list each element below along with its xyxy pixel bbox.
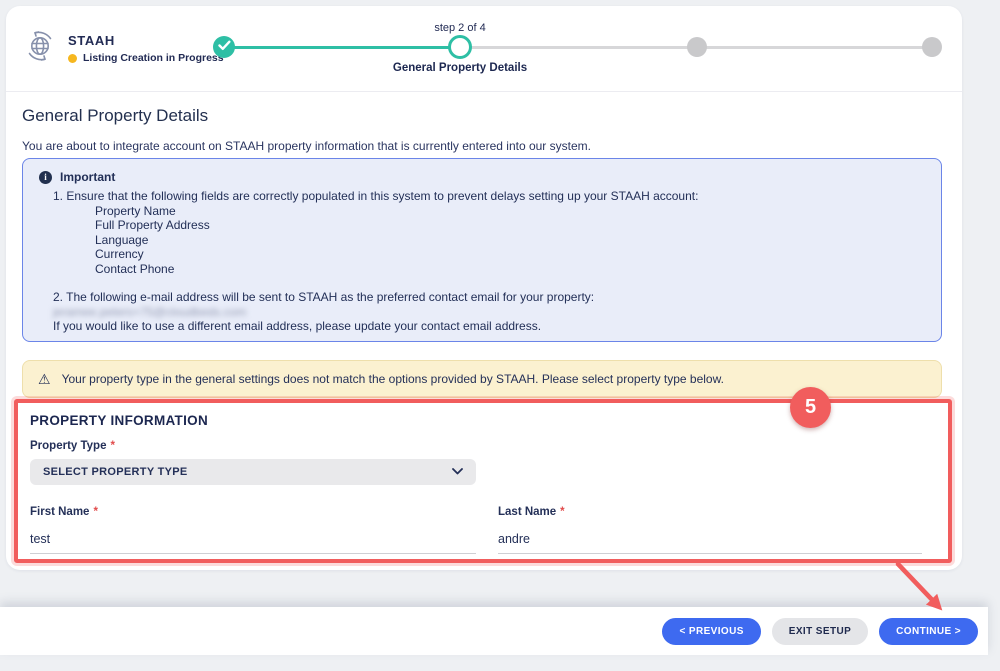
exit-setup-button[interactable]: EXIT SETUP: [772, 618, 868, 645]
first-name-group: First Name *: [30, 506, 476, 554]
main-card: STAAH Listing Creation in Progress: [6, 6, 962, 570]
list-item: Language: [95, 233, 925, 248]
continue-button[interactable]: CONTINUE >: [879, 618, 978, 645]
footer-action-bar: < PREVIOUS EXIT SETUP CONTINUE >: [0, 607, 988, 655]
step-4-upcoming: [922, 37, 942, 57]
step-counter-label: step 2 of 4: [434, 22, 485, 34]
important-field-list: Property Name Full Property Address Lang…: [95, 204, 925, 277]
important-point-1: 1. Ensure that the following fields are …: [53, 189, 925, 204]
warning-text: Your property type in the general settin…: [62, 372, 724, 386]
info-icon: i: [39, 171, 52, 184]
list-item: Full Property Address: [95, 218, 925, 233]
list-item: Currency: [95, 247, 925, 262]
stepper-segment-todo: [697, 46, 932, 49]
property-type-select[interactable]: SELECT PROPERTY TYPE: [30, 459, 476, 485]
property-type-label: Property Type *: [30, 440, 936, 452]
required-asterisk: *: [560, 506, 564, 518]
stepper-segment-done: [224, 46, 460, 49]
page-subtitle: You are about to integrate account on ST…: [22, 139, 591, 153]
label-text: Property Type: [30, 440, 106, 452]
brand-text: STAAH Listing Creation in Progress: [68, 33, 224, 64]
label-text: First Name: [30, 506, 89, 518]
important-title: Important: [60, 170, 115, 184]
list-item: Property Name: [95, 204, 925, 219]
first-name-label: First Name *: [30, 506, 476, 518]
last-name-input[interactable]: [498, 532, 922, 554]
status-dot-icon: [68, 54, 77, 63]
chevron-down-icon: [452, 466, 463, 478]
page-title: General Property Details: [22, 106, 208, 126]
first-name-input[interactable]: [30, 532, 476, 554]
required-asterisk: *: [93, 506, 97, 518]
important-info-box: i Important 1. Ensure that the following…: [22, 158, 942, 342]
annotation-step-badge: 5: [790, 387, 831, 428]
contact-email-redacted: jeramee.peters+75@cloudbeds.com: [53, 305, 925, 320]
important-point-2: 2. The following e-mail address will be …: [53, 290, 925, 305]
check-icon: [218, 38, 231, 56]
label-text: Last Name: [498, 506, 556, 518]
step-3-upcoming: [687, 37, 707, 57]
last-name-label: Last Name *: [498, 506, 922, 518]
page: STAAH Listing Creation in Progress: [0, 0, 1000, 671]
important-note: If you would like to use a different ema…: [53, 319, 925, 334]
wizard-header: STAAH Listing Creation in Progress: [6, 6, 962, 92]
important-header: i Important: [39, 170, 925, 184]
last-name-group: Last Name *: [498, 506, 922, 554]
brand-status: Listing Creation in Progress: [68, 52, 224, 64]
stepper-segment-todo: [460, 46, 697, 49]
required-asterisk: *: [110, 440, 114, 452]
select-value: SELECT PROPERTY TYPE: [43, 466, 188, 478]
list-item: Contact Phone: [95, 262, 925, 277]
name-fields-row: First Name * Last Name *: [30, 506, 936, 554]
brand-name: STAAH: [68, 33, 224, 48]
staah-globe-sync-icon: [22, 28, 58, 69]
warning-icon: ⚠: [38, 371, 51, 388]
step-2-current: [448, 35, 472, 59]
status-text: Listing Creation in Progress: [83, 52, 224, 64]
step-title: General Property Details: [393, 62, 527, 74]
previous-button[interactable]: < PREVIOUS: [662, 618, 760, 645]
brand-block: STAAH Listing Creation in Progress: [22, 28, 224, 69]
step-1-completed: [213, 36, 235, 58]
